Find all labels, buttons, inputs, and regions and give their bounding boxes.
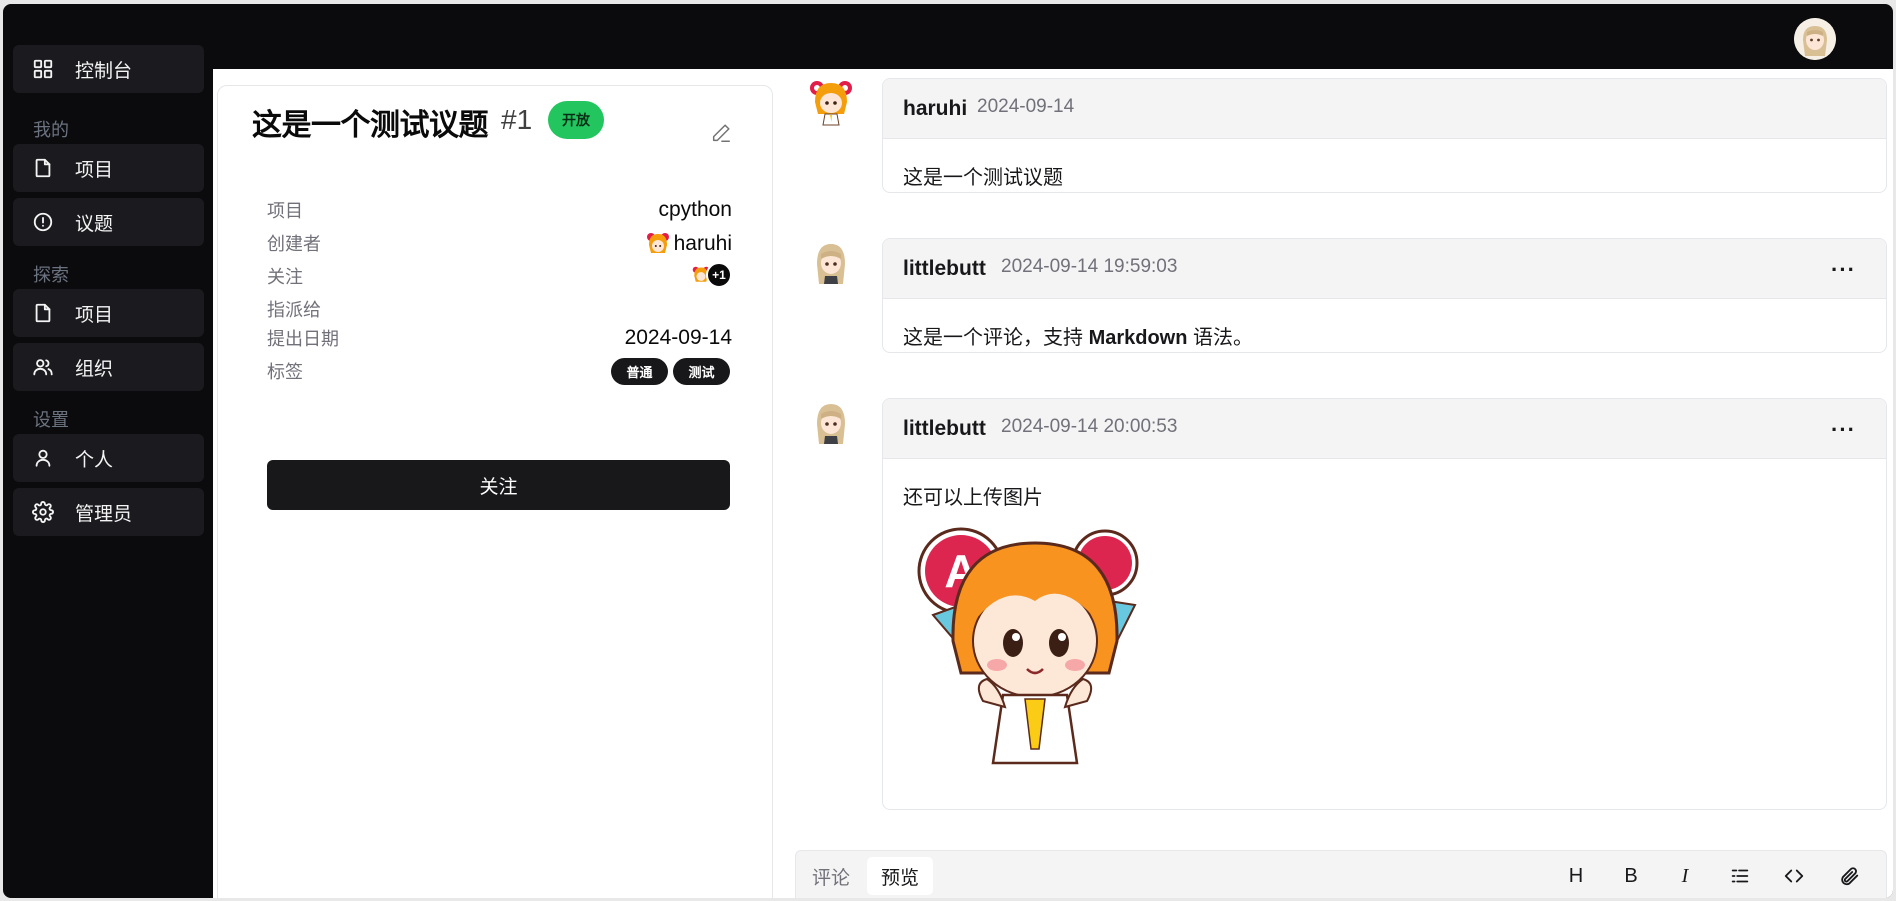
comment-card: littlebutt 2024-09-14 20:00:53 ··· 还可以上传… [882, 398, 1887, 810]
sidebar-item-label: 个人 [75, 449, 114, 471]
date-label: 提出日期 [267, 329, 339, 349]
watchers-label: 关注 [267, 267, 303, 287]
sidebar-item-explore-projects[interactable]: 项目 [13, 289, 204, 337]
comment-header: haruhi 2024-09-14 [883, 79, 1886, 139]
creator-value[interactable]: haruhi [646, 231, 732, 257]
creator-name: haruhi [673, 232, 732, 255]
more-options-icon[interactable]: ··· [1831, 417, 1856, 443]
creator-avatar [646, 233, 669, 253]
sidebar-item-dashboard[interactable]: 控制台 [13, 45, 204, 93]
comment-avatar[interactable] [809, 238, 853, 286]
comment-card: littlebutt 2024-09-14 19:59:03 ··· 这是一个评… [882, 238, 1887, 353]
sidebar-item-label: 控制台 [75, 60, 133, 82]
sidebar-item-label: 组织 [75, 358, 114, 380]
tags-label: 标签 [267, 362, 303, 382]
paperclip-icon[interactable] [1836, 863, 1862, 889]
project-label: 项目 [267, 201, 303, 221]
code-icon[interactable] [1781, 863, 1807, 889]
comment-body: 这是一个测试议题 [903, 167, 1063, 189]
comment-body: 这是一个评论，支持 Markdown 语法。 [903, 327, 1254, 349]
heading-icon[interactable]: H [1563, 863, 1589, 889]
sidebar-item-my-issues[interactable]: 议题 [13, 198, 204, 246]
sidebar-item-label: 项目 [75, 304, 114, 326]
tag-test[interactable]: 测试 [673, 358, 730, 385]
section-mine: 我的 [33, 120, 69, 140]
user-icon [31, 446, 55, 470]
comment-avatar[interactable] [809, 78, 853, 126]
edit-icon[interactable] [710, 122, 732, 144]
comment-avatar[interactable] [809, 398, 853, 446]
status-badge: 开放 [548, 101, 604, 139]
watchers-more-badge: +1 [706, 262, 732, 288]
italic-icon[interactable]: I [1672, 863, 1698, 889]
tag-normal[interactable]: 普通 [611, 358, 668, 385]
list-icon[interactable] [1727, 863, 1753, 889]
comment-editor-toolbar: 评论 预览 H B I [795, 850, 1887, 898]
sidebar-item-my-projects[interactable]: 项目 [13, 144, 204, 192]
gear-icon [31, 500, 55, 524]
comment-header: littlebutt 2024-09-14 20:00:53 ··· [883, 399, 1886, 459]
tab-comment[interactable]: 评论 [798, 857, 864, 895]
alert-circle-icon [31, 210, 55, 234]
comment-time: 2024-09-14 19:59:03 [1001, 256, 1178, 277]
uploaded-image: A [913, 523, 1153, 773]
section-explore: 探索 [33, 265, 69, 285]
section-settings: 设置 [33, 410, 69, 430]
comment-author[interactable]: littlebutt [903, 417, 986, 441]
users-icon [31, 355, 55, 379]
project-value[interactable]: cpython [658, 198, 732, 222]
user-avatar[interactable] [1794, 18, 1836, 60]
grid-icon [31, 57, 55, 81]
tab-preview[interactable]: 预览 [867, 857, 934, 895]
comment-author[interactable]: haruhi [903, 97, 967, 121]
file-icon [31, 301, 55, 325]
date-value: 2024-09-14 [624, 326, 732, 349]
issue-title: 这是一个测试议题 [252, 109, 489, 142]
issue-number: #1 [501, 104, 533, 135]
sidebar-item-label: 管理员 [75, 503, 133, 525]
comment-time: 2024-09-14 [977, 96, 1075, 117]
main-content: 这是一个测试议题 #1 开放 项目 cpython 创建者 haruhi 关注 [213, 69, 1893, 898]
file-icon [31, 156, 55, 180]
sidebar-item-organizations[interactable]: 组织 [13, 343, 204, 391]
sidebar: 控制台 我的 项目 议题 探索 项目 组织 设置 个人 管理员 [3, 4, 213, 898]
sidebar-item-admin[interactable]: 管理员 [13, 488, 204, 536]
follow-button[interactable]: 关注 [267, 460, 730, 510]
comment-card: haruhi 2024-09-14 这是一个测试议题 [882, 78, 1887, 193]
watchers-avatars[interactable]: +1 [692, 262, 732, 290]
sidebar-item-label: 议题 [75, 213, 114, 235]
comment-author[interactable]: littlebutt [903, 257, 986, 281]
sidebar-item-personal[interactable]: 个人 [13, 434, 204, 482]
sidebar-item-label: 项目 [75, 159, 114, 181]
comment-time: 2024-09-14 20:00:53 [1001, 416, 1178, 437]
bold-icon[interactable]: B [1618, 863, 1644, 889]
more-options-icon[interactable]: ··· [1831, 257, 1856, 283]
comment-body: 还可以上传图片 [903, 487, 1043, 509]
creator-label: 创建者 [267, 234, 321, 254]
comment-header: littlebutt 2024-09-14 19:59:03 ··· [883, 239, 1886, 299]
app-window: 控制台 我的 项目 议题 探索 项目 组织 设置 个人 管理员 这是一个测试议题… [3, 4, 1893, 898]
assignee-label: 指派给 [267, 300, 321, 320]
issue-details-card: 这是一个测试议题 #1 开放 项目 cpython 创建者 haruhi 关注 [217, 85, 773, 898]
